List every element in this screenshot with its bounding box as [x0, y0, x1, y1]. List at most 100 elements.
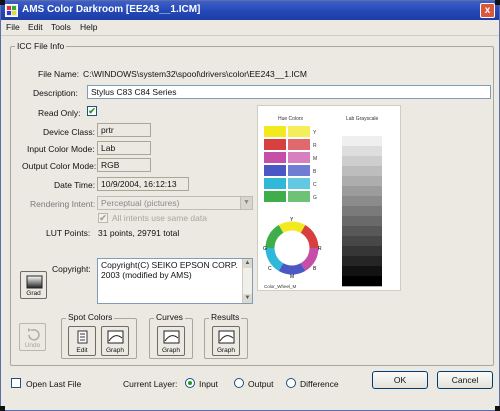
swatch-code: R	[313, 143, 317, 149]
swatch-left	[264, 152, 286, 163]
scroll-down-icon[interactable]: ▼	[243, 294, 252, 303]
menu-edit[interactable]: Edit	[28, 22, 43, 32]
swatch-left	[264, 178, 286, 189]
layer-output-radio[interactable]	[234, 378, 244, 388]
swatch-right	[288, 139, 310, 150]
app-window: AMS Color Darkroom [EE243__1.ICM] x File…	[0, 0, 500, 411]
wheel-caption: Color_Wheel_M	[264, 284, 297, 289]
rendering-intent-label: Rendering Intent:	[30, 199, 96, 209]
layer-input-label: Input	[199, 379, 218, 389]
wheel-label-left: G	[263, 246, 267, 252]
gradient-icon	[26, 275, 43, 289]
spot-edit-button[interactable]: Edit	[68, 326, 96, 356]
wheel-label-lower-left: C	[268, 266, 272, 272]
gray-step	[342, 226, 382, 237]
cancel-button[interactable]: Cancel	[437, 371, 493, 389]
menu-help[interactable]: Help	[80, 22, 97, 32]
spot-edit-label: Edit	[76, 347, 88, 354]
description-label: Description:	[33, 88, 78, 98]
swatch-code: G	[313, 195, 317, 201]
hue-colors-title: Hue Colors	[278, 116, 304, 122]
gray-step	[342, 196, 382, 207]
swatch-left	[264, 126, 286, 137]
swatch-left	[264, 165, 286, 176]
undo-button[interactable]: Undo	[19, 323, 46, 351]
menu-file[interactable]: File	[6, 22, 20, 32]
swatch-code: Y	[313, 130, 317, 136]
gray-step	[342, 206, 382, 217]
graph-icon	[163, 330, 180, 344]
swatch-code: B	[313, 169, 317, 175]
open-last-file-label: Open Last File	[26, 379, 82, 389]
swatch-code: M	[313, 156, 317, 162]
wheel-label-bottom: M	[290, 274, 294, 280]
gray-step	[342, 256, 382, 267]
device-class-label: Device Class:	[43, 127, 95, 137]
description-field[interactable]: Stylus C83 C84 Series	[87, 85, 491, 99]
rendering-intent-value: Perceptual (pictures)	[101, 198, 180, 208]
lut-points-value: 31 points, 29791 total	[98, 228, 180, 238]
copyright-textarea[interactable]: Copyright(C) SEIKO EPSON CORP. 2003 (mod…	[97, 258, 253, 304]
gray-step	[342, 266, 382, 277]
window-title: AMS Color Darkroom [EE243__1.ICM]	[22, 4, 201, 15]
gray-step	[342, 146, 382, 157]
graph-icon	[107, 330, 124, 344]
swatch-right	[288, 165, 310, 176]
spot-colors-title: Spot Colors	[66, 312, 115, 322]
gray-step	[342, 186, 382, 197]
curves-graph-label: Graph	[161, 347, 181, 354]
selection-handle	[495, 0, 500, 5]
input-color-mode-field: Lab	[97, 141, 151, 155]
layer-input-radio[interactable]	[185, 378, 195, 388]
layer-difference-radio[interactable]	[286, 378, 296, 388]
gray-title: Lab Grayscale	[346, 116, 378, 122]
gray-step	[342, 156, 382, 167]
layer-difference-label: Difference	[300, 379, 339, 389]
layer-output-label: Output	[248, 379, 274, 389]
all-intents-label: All intents use same data	[112, 213, 207, 223]
grad-button-label: Grad	[26, 290, 41, 297]
all-intents-checkbox[interactable]: ✔	[98, 213, 108, 223]
close-button[interactable]: x	[480, 3, 495, 18]
gray-step	[342, 236, 382, 247]
swatch-right	[288, 191, 310, 202]
file-name-value: C:\WINDOWS\system32\spool\drivers\color\…	[83, 69, 307, 79]
selection-handle	[0, 0, 5, 5]
date-time-label: Date Time:	[54, 180, 96, 190]
page-icon	[77, 330, 88, 344]
file-name-label: File Name:	[38, 69, 80, 79]
open-last-file-checkbox[interactable]	[11, 378, 21, 388]
gray-step	[342, 176, 382, 187]
input-color-mode-label: Input Color Mode:	[27, 144, 95, 154]
gray-step	[342, 166, 382, 177]
results-graph-button[interactable]: Graph	[212, 326, 240, 356]
copyright-scrollbar[interactable]: ▲ ▼	[242, 259, 252, 303]
date-time-field: 10/9/2004, 16:12:13	[97, 177, 189, 191]
undo-icon	[28, 328, 40, 341]
menu-bar: File Edit Tools Help	[1, 20, 499, 36]
selection-handle	[495, 406, 500, 411]
title-bar[interactable]: AMS Color Darkroom [EE243__1.ICM] x	[1, 1, 499, 20]
scroll-up-icon[interactable]: ▲	[243, 259, 252, 268]
rendering-intent-select[interactable]: Perceptual (pictures) ▼	[97, 196, 253, 210]
swatch-right	[288, 152, 310, 163]
ok-button[interactable]: OK	[372, 371, 428, 389]
curves-graph-button[interactable]: Graph	[157, 326, 185, 356]
spot-graph-button[interactable]: Graph	[101, 326, 129, 356]
app-icon	[5, 4, 18, 17]
swatch-right	[288, 178, 310, 189]
grad-button[interactable]: Grad	[20, 271, 47, 299]
color-preview-graphic: Hue Colors Lab Grayscale YRMBCG Y G R M …	[263, 116, 382, 289]
gray-step	[342, 246, 382, 257]
device-class-field: prtr	[97, 123, 151, 137]
copyright-label: Copyright:	[52, 264, 91, 274]
color-preview-panel: Hue Colors Lab Grayscale YRMBCG Y G R M …	[257, 105, 401, 291]
read-only-checkbox[interactable]: ✔	[87, 106, 97, 116]
gray-step	[342, 216, 382, 227]
results-graph-label: Graph	[216, 347, 236, 354]
selection-handle	[0, 406, 5, 411]
swatch-right	[288, 126, 310, 137]
grayscale-ramp	[342, 126, 382, 287]
menu-tools[interactable]: Tools	[51, 22, 71, 32]
chevron-down-icon[interactable]: ▼	[240, 197, 252, 209]
